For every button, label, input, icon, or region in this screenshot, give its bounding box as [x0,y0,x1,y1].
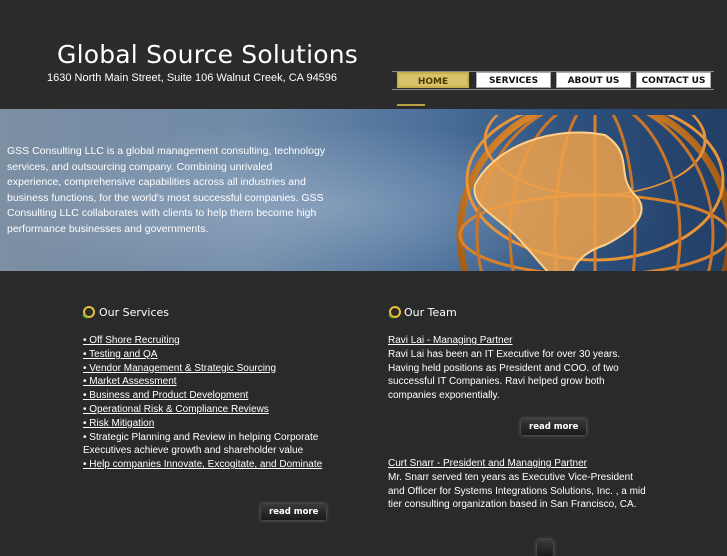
team-read-more-button[interactable]: read more [521,419,587,435]
nav-about-us[interactable]: ABOUT US [556,72,631,88]
service-link[interactable]: • Strategic Planning and Review in helpi… [83,432,318,457]
team-member-bio: Mr. Snarr served ten years as Executive … [388,471,646,511]
service-link[interactable]: • Testing and QA [83,349,157,360]
hero-banner: GSS Consulting LLC is a global managemen… [0,109,727,271]
services-list: • Off Shore Recruiting • Testing and QA … [83,334,353,472]
team-member-name[interactable]: Curt Snarr - President and Managing Part… [388,457,648,471]
site-title[interactable]: Global Source Solutions [57,40,358,69]
team-read-more-button-2[interactable] [537,540,553,556]
service-link[interactable]: • Help companies Innovate, Excogitate, a… [83,459,322,470]
services-heading: Our Services [99,306,170,319]
service-item[interactable]: • Business and Product Development [83,389,353,403]
service-link[interactable]: • Risk Mitigation [83,418,154,429]
nav-services[interactable]: SERVICES [476,72,551,88]
services-read-more-button[interactable]: read more [261,504,327,520]
team-member-name[interactable]: Ravi Lai - Managing Partner [388,334,648,348]
service-item[interactable]: • Vendor Management & Strategic Sourcing [83,362,353,376]
service-link[interactable]: • Market Assessment [83,376,177,387]
team-member-bio: Ravi Lai has been an IT Executive for ov… [388,348,621,402]
hero-text: GSS Consulting LLC is a global managemen… [7,145,326,235]
globe-image [456,115,727,271]
team-heading: Our Team [404,306,457,319]
service-item[interactable]: • Operational Risk & Compliance Reviews [83,403,353,417]
service-item[interactable]: • Testing and QA [83,348,353,362]
site-header: Global Source Solutions 1630 North Main … [0,0,727,109]
services-bullet-icon [82,306,95,319]
team-bullet-icon [388,306,401,319]
service-item[interactable]: • Market Assessment [83,375,353,389]
nav-active-indicator [397,104,425,106]
site-address: 1630 North Main Street, Suite 106 Walnut… [47,72,338,84]
service-link[interactable]: • Off Shore Recruiting [83,335,180,346]
service-item[interactable]: • Risk Mitigation [83,417,353,431]
nav-home[interactable]: HOME [397,72,469,88]
service-item[interactable]: • Off Shore Recruiting [83,334,353,348]
nav-contact-us[interactable]: CONTACT US [636,72,711,88]
team-member-ravi: Ravi Lai - Managing Partner Ravi Lai has… [388,334,648,403]
service-link[interactable]: • Vendor Management & Strategic Sourcing [83,363,276,374]
team-member-curt: Curt Snarr - President and Managing Part… [388,457,648,512]
service-link[interactable]: • Business and Product Development [83,390,248,401]
service-link[interactable]: • Operational Risk & Compliance Reviews [83,404,269,415]
service-item[interactable]: • Help companies Innovate, Excogitate, a… [83,458,353,472]
service-item[interactable]: • Strategic Planning and Review in helpi… [83,431,353,459]
